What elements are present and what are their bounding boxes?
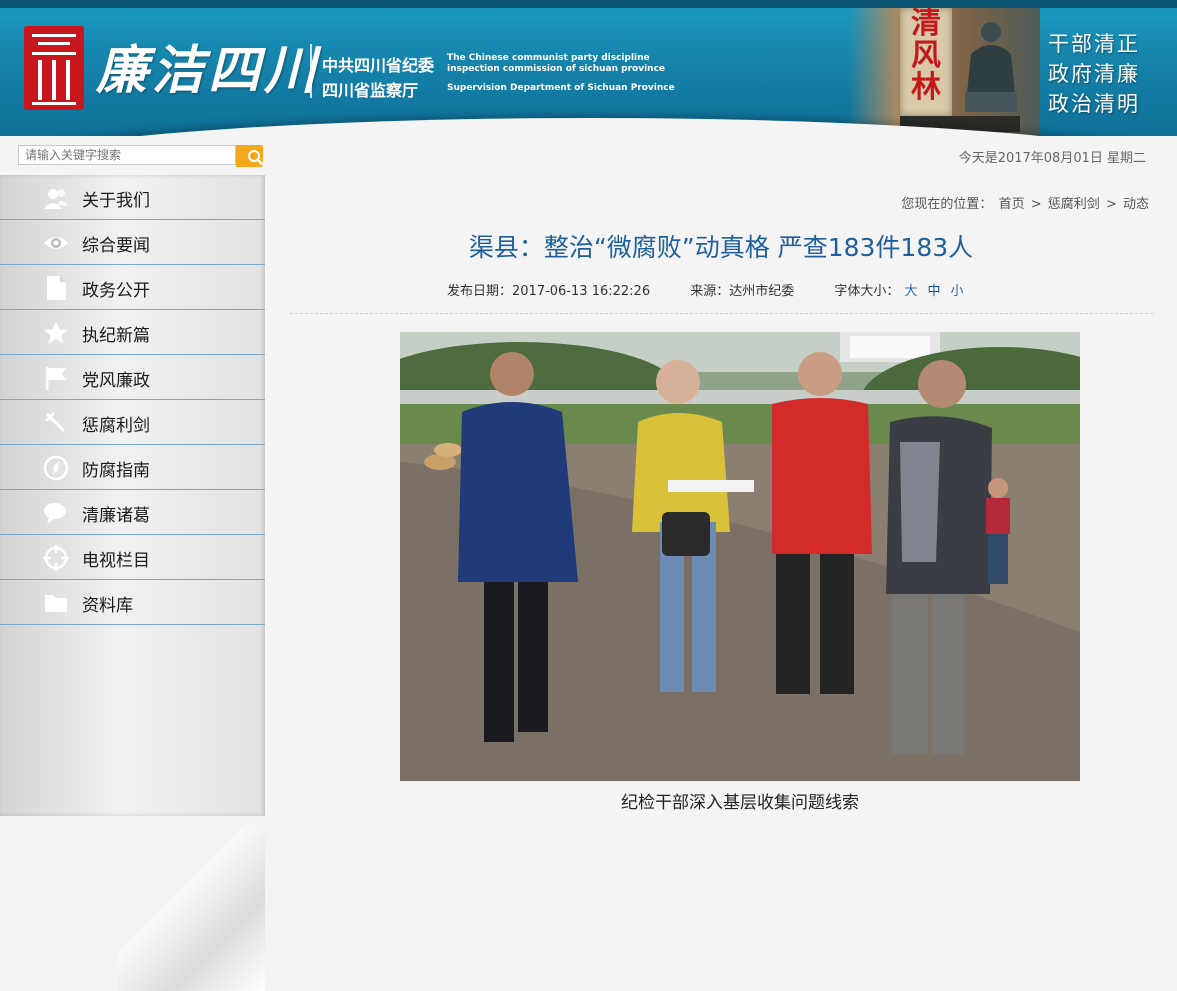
photo-caption: 纪检干部深入基层收集问题线索 — [621, 793, 859, 813]
slogan-2: 政府清廉 — [1048, 62, 1140, 86]
sidebar-item-label: 电视栏目 — [82, 551, 150, 571]
sidebar-nav: 关于我们 综合要闻 政务公开 执纪新篇 党风廉政 惩腐利剑 防腐指南 清廉诸葛 … — [0, 175, 265, 991]
org-name-cn-2: 四川省监察厅 — [322, 81, 419, 100]
sidebar-item-label: 关于我们 — [82, 191, 150, 211]
sidebar-item-prevention-guide[interactable]: 防腐指南 — [0, 445, 265, 490]
breadcrumb-separator: > — [1105, 197, 1117, 212]
sidebar-item-gov-affairs[interactable]: 政务公开 — [0, 265, 265, 310]
publish-label: 发布日期： — [447, 284, 513, 299]
sidebar-item-label: 政务公开 — [82, 281, 150, 301]
site-logo-calligraphy[interactable]: 廉洁四川 — [96, 28, 320, 103]
breadcrumb: 您现在的位置： 首页 > 惩腐利剑 > 动态 — [900, 193, 1150, 212]
folder-icon — [45, 595, 67, 612]
document-icon — [47, 276, 66, 300]
publish-value: 2017-06-13 16:22:26 — [512, 284, 651, 299]
article-source: 来源：达州市纪委 — [690, 280, 794, 299]
sidebar-item-zhuge[interactable]: 清廉诸葛 — [0, 490, 265, 535]
search-button[interactable] — [236, 145, 264, 167]
chat-icon — [44, 503, 66, 524]
org-name-cn-1: 中共四川省纪委 — [322, 56, 435, 75]
people-icon — [44, 189, 68, 209]
search-icon — [248, 150, 264, 166]
sidebar-item-about[interactable]: 关于我们 — [0, 175, 265, 220]
sidebar-item-library[interactable]: 资料库 — [0, 580, 265, 625]
breadcrumb-link-current[interactable]: 动态 — [1123, 197, 1149, 212]
sidebar-item-label: 综合要闻 — [82, 236, 150, 256]
publish-date: 发布日期：2017-06-13 16:22:26 — [447, 280, 650, 299]
sidebar-item-discipline[interactable]: 执纪新篇 — [0, 310, 265, 355]
statue-image — [965, 22, 1017, 112]
sidebar-item-anti-corruption[interactable]: 惩腐利剑 — [0, 400, 265, 445]
sidebar-item-label: 清廉诸葛 — [82, 506, 150, 526]
target-icon — [43, 545, 69, 571]
flag-icon — [46, 367, 66, 390]
stele-char-2: 风 — [911, 38, 941, 73]
search-input[interactable] — [18, 145, 236, 165]
article-title: 渠县：整治“微腐败”动真格 严查183件183人 — [468, 233, 974, 262]
meta-divider — [290, 313, 1153, 314]
party-emblem-logo[interactable] — [24, 26, 84, 110]
font-size-control: 字体大小： 大中小 — [834, 284, 968, 299]
current-date: 今天是2017年08月01日 星期二 — [958, 151, 1146, 166]
article-meta: 发布日期：2017-06-13 16:22:26 来源：达州市纪委 字体大小： 大… — [447, 280, 968, 299]
page-curl-decoration — [118, 825, 265, 991]
breadcrumb-link-home[interactable]: 首页 — [999, 197, 1025, 212]
eye-icon — [44, 237, 68, 249]
sidebar-item-label: 党风廉政 — [82, 371, 150, 391]
sidebar-item-label: 执纪新篇 — [82, 326, 150, 346]
stele-char-3: 林 — [911, 70, 941, 105]
breadcrumb-prefix: 您现在的位置： — [901, 197, 993, 212]
logo-divider — [310, 44, 312, 98]
banner-top-rim — [0, 0, 1177, 8]
qingfenglin-stele: 清 风 林 — [900, 8, 952, 116]
breadcrumb-separator: > — [1030, 197, 1042, 212]
sidebar-item-label: 资料库 — [82, 596, 133, 616]
sidebar-item-label: 惩腐利剑 — [82, 416, 150, 436]
star-icon — [44, 321, 68, 344]
article-photo — [400, 332, 1080, 781]
slogan-1: 干部清正 — [1048, 32, 1140, 56]
font-size-medium[interactable]: 中 — [927, 284, 940, 299]
font-size-label: 字体大小： — [834, 284, 900, 299]
sword-icon — [45, 412, 66, 433]
compass-icon — [43, 455, 69, 481]
sidebar-item-party-style[interactable]: 党风廉政 — [0, 355, 265, 400]
source-label: 来源： — [690, 284, 730, 299]
org-name-en-1: The Chinese communist party discipline — [447, 53, 650, 63]
org-name-en-3: Supervision Department of Sichuan Provin… — [447, 83, 675, 93]
source-value: 达州市纪委 — [729, 284, 795, 299]
org-name-en-2: inspection commission of sichuan provinc… — [447, 64, 666, 74]
sidebar-item-tv[interactable]: 电视栏目 — [0, 535, 265, 580]
breadcrumb-link-section[interactable]: 惩腐利剑 — [1048, 197, 1100, 212]
site-banner: 廉洁四川 中共四川省纪委 四川省监察厅 The Chinese communis… — [0, 0, 1177, 136]
font-size-small[interactable]: 小 — [950, 284, 963, 299]
sidebar-item-label: 防腐指南 — [82, 461, 150, 481]
stele-char-1: 清 — [911, 6, 941, 41]
sidebar-item-news[interactable]: 综合要闻 — [0, 220, 265, 265]
slogan-3: 政治清明 — [1048, 92, 1140, 116]
font-size-large[interactable]: 大 — [904, 284, 917, 299]
